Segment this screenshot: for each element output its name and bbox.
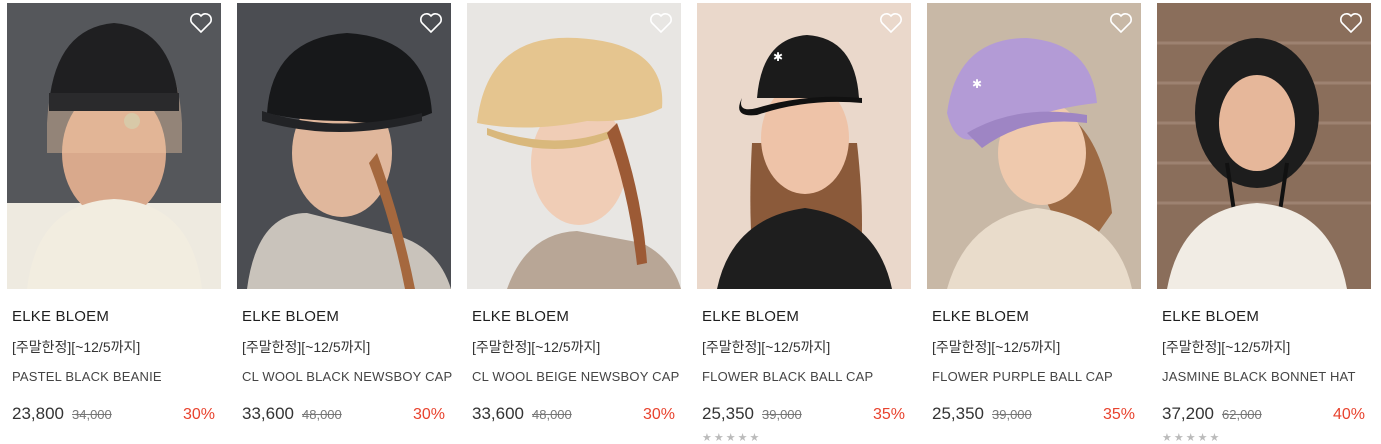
product-brand: ELKE BLOEM [242, 308, 340, 325]
product-brand: ELKE BLOEM [1162, 308, 1260, 325]
heart-outline-icon[interactable] [1109, 12, 1133, 34]
product-image[interactable] [467, 3, 681, 289]
product-name[interactable]: CL WOOL BLACK NEWSBOY CAP [242, 369, 452, 384]
product-brand: ELKE BLOEM [12, 308, 110, 325]
product-image[interactable] [7, 3, 221, 289]
rating-stars: ★★★★★ [1162, 432, 1222, 444]
product-image[interactable]: ✱ [697, 3, 911, 289]
discount-rate: 35% [872, 406, 905, 423]
price-row: 37,200 62,000 40% [1162, 404, 1365, 424]
product-promo: [주말한정][~12/5까지] [242, 339, 371, 355]
discount-rate: 30% [182, 406, 215, 423]
heart-outline-icon[interactable] [879, 12, 903, 34]
product-promo: [주말한정][~12/5까지] [472, 339, 601, 355]
svg-text:✱: ✱ [773, 50, 783, 64]
sale-price: 23,800 [12, 404, 64, 423]
original-price: 39,000 [762, 407, 802, 422]
product-image[interactable] [1157, 3, 1371, 289]
product-image[interactable] [237, 3, 451, 289]
original-price: 62,000 [1222, 407, 1262, 422]
sale-price: 25,350 [932, 404, 984, 423]
product-card[interactable]: ✱ ELKE BLOEM [주말한정][~12/5까지] FLOWER BLAC… [697, 3, 911, 444]
price-row: 33,600 48,000 30% [472, 404, 675, 424]
product-card[interactable]: ✱ ELKE BLOEM [주말한정][~12/5까지] FLOWER PURP… [927, 3, 1141, 423]
sale-price: 25,350 [702, 404, 754, 423]
product-card[interactable]: ELKE BLOEM [주말한정][~12/5까지] CL WOOL BLACK… [237, 3, 452, 423]
original-price: 34,000 [72, 407, 112, 422]
discount-rate: 35% [1102, 406, 1135, 423]
discount-rate: 40% [1332, 406, 1365, 423]
product-card[interactable]: ELKE BLOEM [주말한정][~12/5까지] JASMINE BLACK… [1157, 3, 1371, 444]
product-name[interactable]: CL WOOL BEIGE NEWSBOY CAP [472, 369, 681, 384]
product-promo: [주말한정][~12/5까지] [12, 339, 141, 355]
heart-outline-icon[interactable] [419, 12, 443, 34]
product-name[interactable]: FLOWER PURPLE BALL CAP [932, 369, 1141, 384]
product-image[interactable]: ✱ [927, 3, 1141, 289]
original-price: 48,000 [302, 407, 342, 422]
product-brand: ELKE BLOEM [472, 308, 570, 325]
product-grid: ELKE BLOEM [주말한정][~12/5까지] PASTEL BLACK … [7, 3, 1371, 444]
product-card[interactable]: ELKE BLOEM [주말한정][~12/5까지] PASTEL BLACK … [7, 3, 221, 423]
product-promo: [주말한정][~12/5까지] [1162, 339, 1291, 355]
sale-price: 37,200 [1162, 404, 1214, 423]
product-photo: ✱ [927, 3, 1141, 289]
product-name[interactable]: FLOWER BLACK BALL CAP [702, 369, 911, 384]
price-row: 25,350 39,000 35% [932, 404, 1135, 424]
product-name[interactable]: JASMINE BLACK BONNET HAT [1162, 369, 1371, 384]
heart-outline-icon[interactable] [189, 12, 213, 34]
product-promo: [주말한정][~12/5까지] [702, 339, 831, 355]
product-brand: ELKE BLOEM [702, 308, 800, 325]
price-row: 33,600 48,000 30% [242, 404, 445, 424]
product-photo [237, 3, 451, 289]
product-promo: [주말한정][~12/5까지] [932, 339, 1061, 355]
product-card[interactable]: ELKE BLOEM [주말한정][~12/5까지] CL WOOL BEIGE… [467, 3, 681, 423]
discount-rate: 30% [412, 406, 445, 423]
original-price: 39,000 [992, 407, 1032, 422]
discount-rate: 30% [642, 406, 675, 423]
product-name[interactable]: PASTEL BLACK BEANIE [12, 369, 221, 384]
product-photo [7, 3, 221, 289]
price-row: 25,350 39,000 35% [702, 404, 905, 424]
sale-price: 33,600 [242, 404, 294, 423]
product-photo: ✱ [697, 3, 911, 289]
heart-outline-icon[interactable] [649, 12, 673, 34]
product-photo [1157, 3, 1371, 289]
product-photo [467, 3, 681, 289]
product-brand: ELKE BLOEM [932, 308, 1030, 325]
sale-price: 33,600 [472, 404, 524, 423]
rating-stars: ★★★★★ [702, 432, 762, 444]
original-price: 48,000 [532, 407, 572, 422]
price-row: 23,800 34,000 30% [12, 404, 215, 424]
heart-outline-icon[interactable] [1339, 12, 1363, 34]
svg-text:✱: ✱ [972, 77, 982, 91]
